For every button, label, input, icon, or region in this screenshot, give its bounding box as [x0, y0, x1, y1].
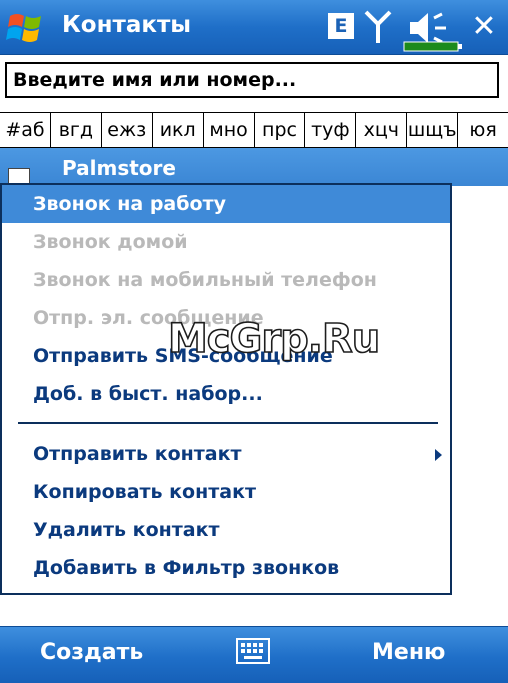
menu-item-speed-dial[interactable]: Доб. в быст. набор... — [2, 375, 450, 413]
new-softkey[interactable]: Создать — [40, 640, 143, 665]
tab-letters[interactable]: юя — [458, 113, 508, 147]
softkey-bar: Создать Меню — [0, 626, 508, 683]
close-icon[interactable]: ✕ — [464, 7, 504, 47]
tab-letters[interactable]: туф — [305, 113, 357, 147]
menu-item-delete-contact[interactable]: Удалить контакт — [2, 511, 450, 549]
menu-softkey[interactable]: Меню — [372, 640, 445, 665]
submenu-arrow-icon — [435, 449, 442, 461]
alphabet-tabs: #аб вгд ежз икл мно прс туф хцч шщъ юя — [0, 112, 508, 148]
watermark: McGrp.Ru — [167, 315, 381, 363]
contact-row[interactable]: Palmstore — [0, 148, 508, 186]
menu-item-label: Отправить контакт — [33, 443, 242, 465]
menu-separator — [18, 422, 438, 424]
keyboard-icon[interactable] — [236, 638, 270, 664]
title-bar: Контакты E ✕ — [0, 0, 508, 55]
tab-letters[interactable]: мно — [204, 113, 255, 147]
volume-icon[interactable] — [402, 10, 464, 52]
tab-letters[interactable]: прс — [255, 113, 306, 147]
menu-item-call-home[interactable]: Звонок домой — [2, 223, 450, 261]
tab-letters[interactable]: шщъ — [407, 113, 459, 147]
app-title: Контакты — [62, 12, 192, 38]
context-menu: Звонок на работу Звонок домой Звонок на … — [0, 183, 452, 595]
tab-letters[interactable]: ежз — [102, 113, 153, 147]
tab-letters[interactable]: вгд — [51, 113, 102, 147]
menu-item-add-call-filter[interactable]: Добавить в Фильтр звонков — [2, 549, 450, 587]
menu-item-call-mobile[interactable]: Звонок на мобильный телефон — [2, 261, 450, 299]
windows-start-icon[interactable] — [6, 8, 46, 48]
search-input[interactable]: Введите имя или номер... — [5, 62, 499, 98]
tab-letters[interactable]: #аб — [0, 113, 51, 147]
signal-icon[interactable] — [364, 10, 392, 44]
contact-name: Palmstore — [62, 156, 176, 180]
battery-icon — [403, 41, 462, 52]
menu-item-send-contact[interactable]: Отправить контакт — [2, 435, 450, 473]
menu-item-copy-contact[interactable]: Копировать контакт — [2, 473, 450, 511]
tab-letters[interactable]: хцч — [356, 113, 408, 147]
tab-letters[interactable]: икл — [153, 113, 204, 147]
menu-item-call-work[interactable]: Звонок на работу — [2, 185, 450, 223]
search-area: Введите имя или номер... — [0, 55, 508, 111]
edge-indicator[interactable]: E — [328, 13, 354, 39]
